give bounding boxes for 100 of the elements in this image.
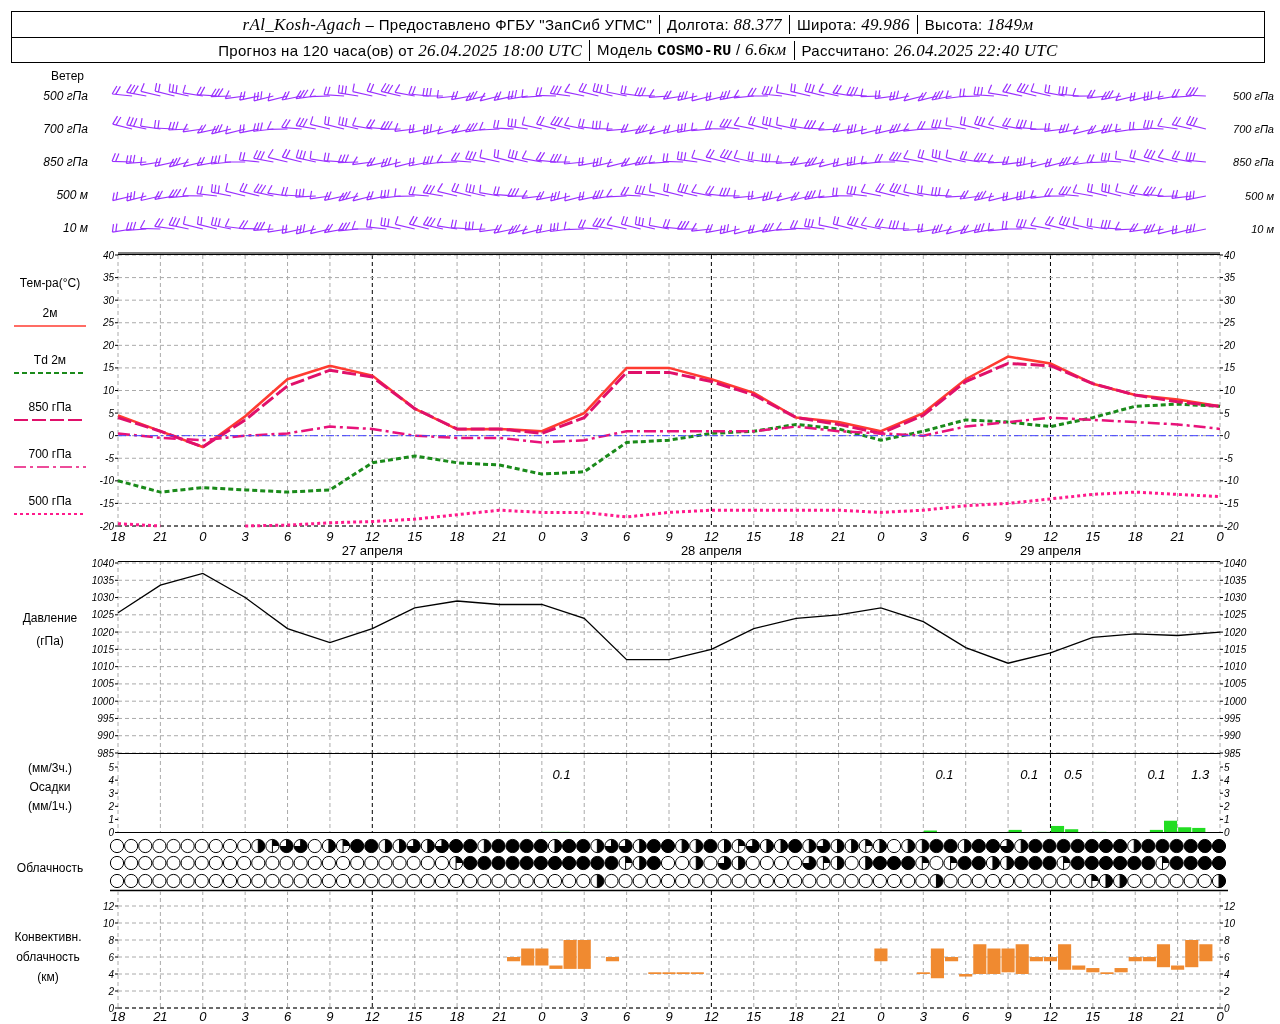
hour-label: 18 [110,529,126,544]
tick-label: 1015 [1224,643,1247,655]
hour-label: 12 [365,1009,380,1024]
value-label: 0.5 [1064,767,1083,782]
header-text: rAl_Kosh-Agach – Предоставлено ФГБУ "ЗапСиб УГМС" [241,15,654,34]
hour-label: 0 [877,1009,885,1024]
hour-label: 6 [283,529,292,544]
hour-label: 21 [831,1009,846,1024]
tick-label: 1030 [1224,592,1247,604]
panel-label: Тем-ра(°C) [18,276,82,290]
hour-label: 12 [1043,1009,1058,1024]
tick-label: 4 [1224,774,1230,786]
hour-label: 12 [1043,529,1058,544]
hour-label: 3 [580,529,588,544]
hour-label: 6 [283,1009,292,1024]
day-label: 29 апреля [1019,543,1081,558]
day-label: 27 апреля [341,543,403,558]
tick-label: 1015 [91,643,114,655]
level-label: 10 м [63,220,88,235]
panel-label: Осадки [28,780,72,794]
tick-label: 6 [1224,951,1230,963]
header-text: Прогноз на 120 часа(ов) от 26.04.2025 18:00 UTC [217,40,584,60]
tick-label: 3 [108,787,114,799]
tick-label: 0 [108,827,114,838]
tick-label: 1040 [1224,557,1247,569]
value-label: 0.1 [1147,767,1166,782]
hour-label: 18 [788,1009,804,1024]
hour-label: 18 [1128,1009,1143,1024]
hour-label: 0 [199,1009,207,1024]
hour-label: 21 [153,529,168,544]
hour-label: 12 [365,529,380,544]
tick-label: 995 [1224,712,1241,724]
tick-label: 25 [1224,317,1236,329]
hour-label: 6 [962,529,970,544]
tick-label: 12 [1224,900,1236,912]
tick-label: 985 [1224,747,1241,759]
tick-label: 1010 [1224,661,1247,673]
tick-label: 990 [1224,730,1241,742]
tick-label: 0 [1224,1002,1230,1014]
tick-label: 20 [1224,339,1236,351]
hour-label: 21 [1170,1009,1185,1024]
hour-label: 3 [919,529,927,544]
tick-label: 4 [108,774,114,786]
panel-label: Облачность [15,861,85,875]
tick-label: 2 [108,985,114,997]
panel-label: Давление [21,611,79,625]
tick-label: 2 [1224,800,1230,812]
tick-label: 1000 [1224,695,1247,707]
hour-label: 15 [746,1009,761,1024]
tick-label: 1020 [1224,626,1247,638]
level-label: 850 гПа [1233,156,1274,168]
tick-label: 990 [97,730,114,742]
hour-label: 9 [665,1009,673,1024]
hour-label: 21 [492,1009,507,1024]
tick-label: 5 [108,407,114,419]
tick-label: 1010 [91,661,114,673]
hour-label: 21 [831,529,846,544]
tick-label: -15 [1224,497,1239,509]
tick-label: -10 [99,475,114,487]
level-label: 500 гПа [43,88,88,103]
tick-label: 1020 [91,626,114,638]
hour-label: 3 [919,1009,927,1024]
tick-label: 2 [1224,985,1230,997]
tick-label: 1025 [91,609,114,621]
tick-label: 3 [1224,787,1230,799]
tick-label: 8 [1224,934,1230,946]
tick-label: -10 [1224,475,1239,487]
hour-label: 9 [1004,1009,1012,1024]
tick-label: 0 [1224,430,1230,442]
hour-label: 9 [326,1009,334,1024]
tick-label: 30 [102,294,114,306]
tick-label: 1 [1224,813,1230,825]
hour-label: 0 [538,529,546,544]
tick-label: 10 [1224,385,1236,396]
hour-label: 15 [407,1009,422,1024]
tick-label: 12 [102,900,114,912]
tick-label: 40 [1224,249,1236,261]
hour-label: 15 [1085,1009,1101,1024]
tick-label: -20 [1224,520,1239,532]
tick-label: 20 [102,339,114,351]
panel-label: Конвективн. облачность (км) [13,929,83,986]
tick-label: 1035 [91,574,114,586]
tick-label: 0 [108,430,114,442]
header-text: Широта: 49.986 [788,15,917,34]
hour-label: 0 [1216,1009,1224,1024]
legend-label: 850 гПа [28,400,72,414]
level-label: 10 м [1251,223,1274,235]
legend-label: 2м [42,306,58,320]
level-label: 500 м [56,187,88,202]
hour-label: 12 [704,1009,719,1024]
level-label: 850 гПа [43,154,88,169]
tick-label: 5 [1224,761,1230,773]
tick-label: -20 [99,520,114,532]
tick-label: 1 [108,813,114,825]
tick-label: 1035 [1224,574,1247,586]
tick-label: 10 [102,917,114,929]
level-label: 500 м [1245,190,1274,202]
hour-label: 21 [492,529,507,544]
tick-label: 995 [97,712,114,724]
tick-label: 8 [108,934,114,946]
